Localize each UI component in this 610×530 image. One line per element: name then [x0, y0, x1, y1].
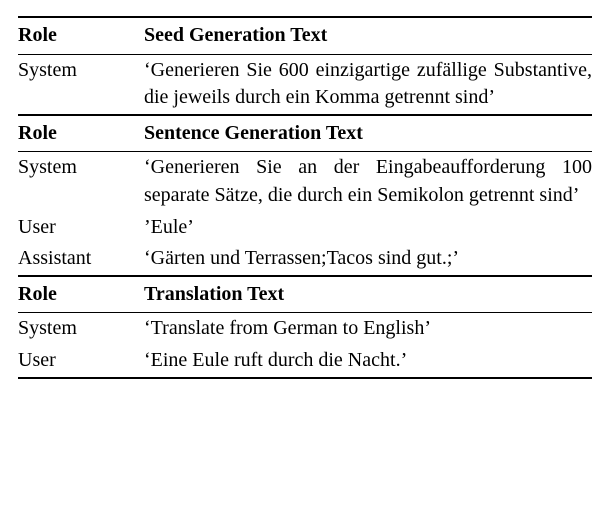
- role-cell: User: [18, 345, 144, 378]
- text-cell: ‘Gärten und Terrassen;Tacos sind gut.;’: [144, 243, 592, 276]
- text-cell: ‘Generieren Sie an der Eingabeauf­forder…: [144, 152, 592, 212]
- col-header-text: Translation Text: [144, 276, 592, 313]
- col-header-role: Role: [18, 276, 144, 313]
- table-row: User ‘Eine Eule ruft durch die Nacht.’: [18, 345, 592, 378]
- role-cell: User: [18, 212, 144, 244]
- prompt-table: Role Seed Generation Text System ‘Generi…: [18, 16, 592, 379]
- col-header-text: Sentence Generation Text: [144, 115, 592, 152]
- col-header-role: Role: [18, 17, 144, 54]
- role-cell: System: [18, 313, 144, 345]
- page: Role Seed Generation Text System ‘Generi…: [0, 0, 610, 530]
- table-row: System ‘Generieren Sie 600 einzigartige …: [18, 54, 592, 115]
- role-cell: System: [18, 54, 144, 115]
- role-cell: Assistant: [18, 243, 144, 276]
- section-header-translation: Role Translation Text: [18, 276, 592, 313]
- col-header-role: Role: [18, 115, 144, 152]
- col-header-text: Seed Generation Text: [144, 17, 592, 54]
- table-row: System ‘Generieren Sie an der Eingabeauf…: [18, 152, 592, 212]
- table-row: System ‘Translate from German to English…: [18, 313, 592, 345]
- text-cell: ‘Translate from German to English’: [144, 313, 592, 345]
- text-cell: ‘Generieren Sie 600 einzigartige zufälli…: [144, 54, 592, 115]
- section-header-sentence-generation: Role Sentence Generation Text: [18, 115, 592, 152]
- section-header-seed-generation: Role Seed Generation Text: [18, 17, 592, 54]
- table-row: Assistant ‘Gärten und Terrassen;Tacos si…: [18, 243, 592, 276]
- text-cell: ‘Eine Eule ruft durch die Nacht.’: [144, 345, 592, 378]
- table-row: User ’Eule’: [18, 212, 592, 244]
- role-cell: System: [18, 152, 144, 212]
- text-cell: ’Eule’: [144, 212, 592, 244]
